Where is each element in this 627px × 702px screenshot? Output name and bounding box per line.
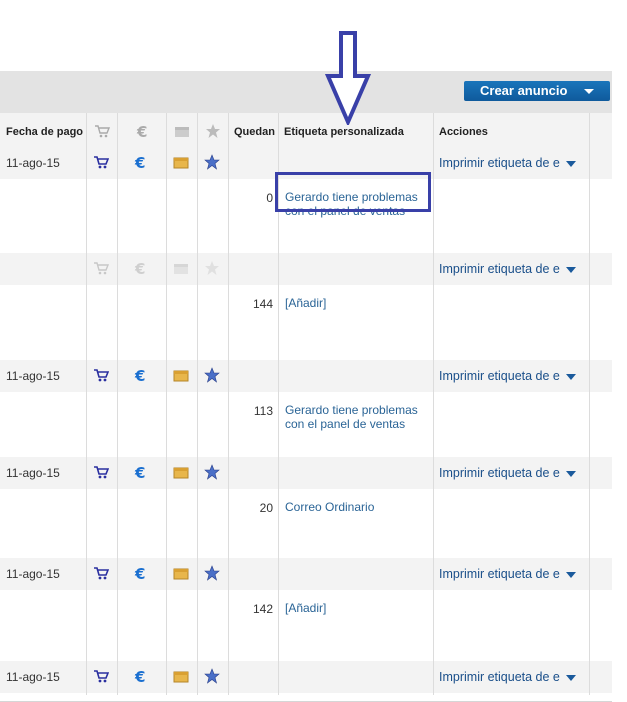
chevron-down-icon	[565, 373, 576, 380]
svg-text:€: €	[134, 565, 145, 581]
create-listing-button[interactable]: Crear anuncio	[464, 81, 610, 101]
table-row: 11-ago-15 € Imprimir etiqueta de e	[0, 661, 612, 702]
package-icon[interactable]	[173, 260, 189, 276]
custom-label-link[interactable]: [Añadir]	[285, 296, 425, 310]
remaining-qty: 144	[252, 297, 273, 311]
star-icon[interactable]	[204, 565, 220, 581]
highlight-box	[275, 172, 431, 212]
table-row: €144 [Añadir] Imprimir etiqueta de e	[0, 253, 612, 361]
custom-label-link[interactable]: Correo Ordinario	[285, 500, 425, 514]
divider	[433, 113, 434, 695]
chevron-down-icon	[584, 89, 594, 94]
svg-text:€: €	[134, 464, 145, 480]
cart-icon[interactable]	[93, 668, 110, 684]
divider	[228, 113, 229, 695]
header-feedback[interactable]	[197, 113, 228, 147]
euro-icon[interactable]: €	[134, 367, 150, 385]
action-label: Imprimir etiqueta de e	[439, 567, 560, 581]
package-icon[interactable]	[173, 464, 189, 480]
euro-icon: €	[136, 123, 147, 141]
chevron-down-icon	[565, 470, 576, 477]
cart-icon[interactable]	[93, 260, 110, 276]
star-icon	[206, 124, 220, 138]
cart-icon	[95, 125, 111, 138]
euro-icon[interactable]: €	[134, 668, 150, 686]
action-label: Imprimir etiqueta de e	[439, 670, 560, 684]
star-icon[interactable]	[204, 260, 220, 276]
cart-icon[interactable]	[93, 154, 110, 170]
print-label-dropdown[interactable]: Imprimir etiqueta de e	[439, 156, 576, 170]
header-cart[interactable]	[86, 113, 117, 147]
divider	[117, 113, 118, 695]
divider	[166, 113, 167, 695]
package-icon[interactable]	[173, 668, 189, 684]
header-actions: Acciones	[439, 126, 488, 138]
table-header: Fecha de pago € Quedan Etiqueta personal…	[0, 113, 612, 148]
payment-date: 11-ago-15	[6, 466, 60, 480]
chevron-down-icon	[565, 266, 576, 273]
euro-icon[interactable]: €	[134, 464, 150, 482]
custom-label-link[interactable]: Gerardo tiene problemas con el panel de …	[285, 403, 425, 431]
table-row: 11-ago-15 €20 Correo Ordinario Imprimir eti…	[0, 457, 612, 559]
svg-text:€: €	[134, 260, 145, 276]
print-label-dropdown[interactable]: Imprimir etiqueta de e	[439, 670, 576, 684]
payment-date: 11-ago-15	[6, 670, 60, 684]
euro-icon[interactable]: €	[134, 154, 150, 172]
euro-icon[interactable]: €	[134, 565, 150, 583]
chevron-down-icon	[565, 160, 576, 167]
table-row: 11-ago-15 €142 [Añadir] Imprimir etiqueta d…	[0, 558, 612, 662]
header-payment[interactable]: €	[117, 113, 166, 147]
svg-text:€: €	[134, 668, 145, 684]
remaining-qty: 142	[252, 602, 273, 616]
action-label: Imprimir etiqueta de e	[439, 156, 560, 170]
header-remaining[interactable]: Quedan	[228, 113, 278, 147]
package-icon[interactable]	[173, 367, 189, 383]
star-icon[interactable]	[204, 464, 220, 480]
svg-text:€: €	[134, 367, 145, 383]
action-label: Imprimir etiqueta de e	[439, 262, 560, 276]
remaining-qty: 113	[253, 404, 273, 418]
divider	[197, 113, 198, 695]
header-payment-date[interactable]: Fecha de pago	[0, 113, 86, 147]
header-shipping[interactable]	[166, 113, 197, 147]
arrow-down-icon	[324, 31, 372, 125]
divider	[86, 113, 87, 695]
print-label-dropdown[interactable]: Imprimir etiqueta de e	[439, 262, 576, 276]
package-icon[interactable]	[173, 565, 189, 581]
star-icon[interactable]	[204, 367, 220, 383]
print-label-dropdown[interactable]: Imprimir etiqueta de e	[439, 567, 576, 581]
payment-date: 11-ago-15	[6, 156, 60, 170]
print-label-dropdown[interactable]: Imprimir etiqueta de e	[439, 369, 576, 383]
chevron-down-icon	[565, 674, 576, 681]
remaining-qty: 20	[259, 501, 273, 515]
action-label: Imprimir etiqueta de e	[439, 369, 560, 383]
euro-icon[interactable]: €	[134, 260, 150, 278]
remaining-qty: 0	[266, 191, 273, 205]
svg-text:€: €	[136, 123, 147, 139]
payment-date: 11-ago-15	[6, 369, 60, 383]
cart-icon[interactable]	[93, 367, 110, 383]
cart-icon[interactable]	[93, 464, 110, 480]
svg-text:€: €	[134, 154, 145, 170]
divider	[589, 113, 590, 695]
chevron-down-icon	[565, 571, 576, 578]
star-icon[interactable]	[204, 668, 220, 684]
custom-label-link[interactable]: [Añadir]	[285, 601, 425, 615]
star-icon[interactable]	[204, 154, 220, 170]
cart-icon[interactable]	[93, 565, 110, 581]
payment-date: 11-ago-15	[6, 567, 60, 581]
package-icon[interactable]	[173, 154, 189, 170]
page-edge	[612, 0, 627, 695]
print-label-dropdown[interactable]: Imprimir etiqueta de e	[439, 466, 576, 480]
create-listing-label: Crear anuncio	[480, 83, 568, 98]
package-icon	[175, 127, 189, 137]
table-row: 11-ago-15 €113 Gerardo tiene problemas con…	[0, 360, 612, 458]
action-label: Imprimir etiqueta de e	[439, 466, 560, 480]
